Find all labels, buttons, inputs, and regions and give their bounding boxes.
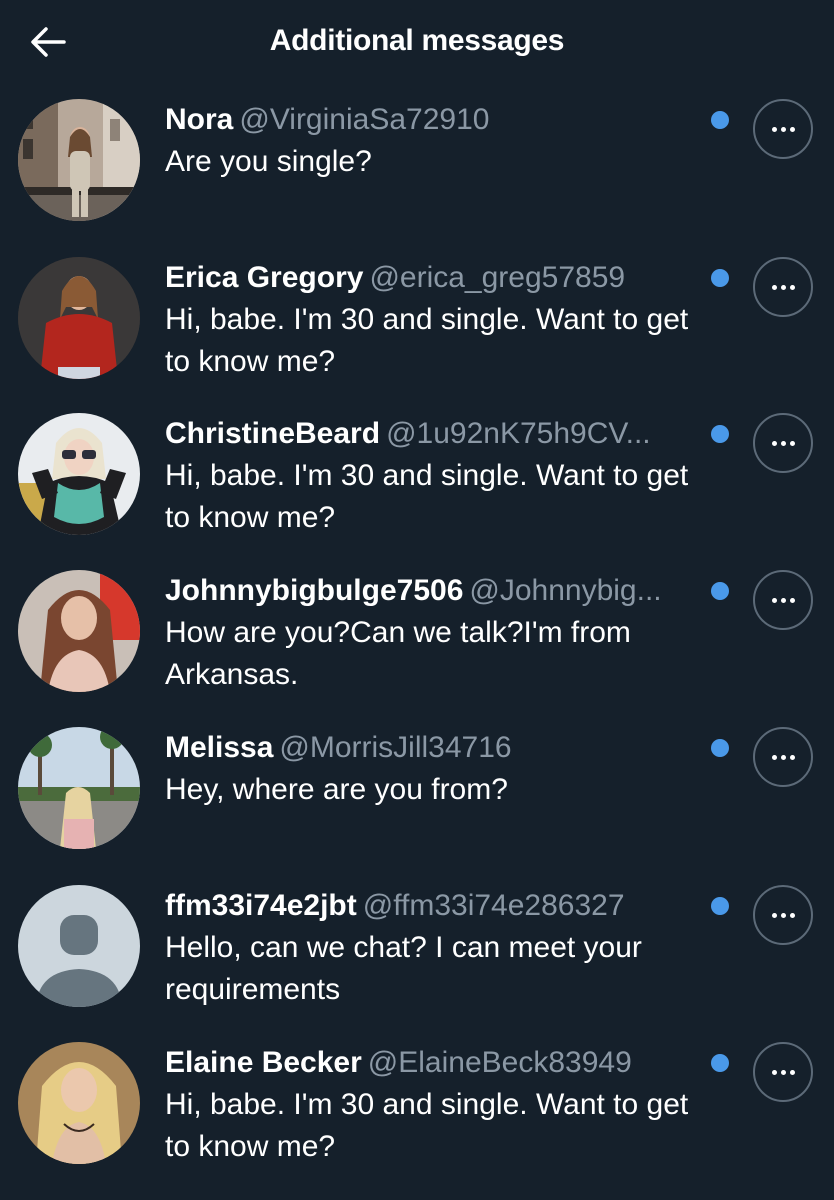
avatar[interactable] [18,1042,140,1164]
conversation-row[interactable]: Johnnybigbulge7506 @Johnnybig... How are … [0,570,834,720]
conversation-row[interactable]: ffm33i74e2jbt @ffm33i74e286327 Hello, can… [0,885,834,1035]
sender-name: Johnnybigbulge7506 [165,574,464,607]
sender-handle: @Johnnybig... [469,574,662,607]
conversation-row[interactable]: Erica Gregory @erica_greg57859 Hi, babe. … [0,257,834,407]
unread-indicator [711,111,729,129]
avatar[interactable] [18,727,140,849]
conversation-text: Elaine Becker @ElaineBeck83949 Hi, babe. … [165,1042,725,1168]
conversation-text: Erica Gregory @erica_greg57859 Hi, babe. … [165,257,725,383]
conversation-row[interactable]: Melissa @MorrisJill34716 Hey, where are y… [0,727,834,877]
more-icon [771,754,795,760]
message-preview: Hi, babe. I'm 30 and single. Want to get… [165,1088,689,1163]
sender-line: Nora @VirginiaSa72910 [165,99,725,141]
more-icon [771,126,795,132]
avatar[interactable] [18,570,140,692]
unread-indicator [711,269,729,287]
unread-indicator [711,897,729,915]
unread-indicator [711,739,729,757]
unread-indicator [711,582,729,600]
message-preview: Hello, can we chat? I can meet your requ… [165,931,642,1006]
conversation-text: ffm33i74e2jbt @ffm33i74e286327 Hello, can… [165,885,725,1011]
top-bar: Additional messages [0,0,834,86]
sender-line: Melissa @MorrisJill34716 [165,727,725,769]
more-icon [771,1069,795,1075]
sender-line: Erica Gregory @erica_greg57859 [165,257,725,299]
sender-line: Johnnybigbulge7506 @Johnnybig... [165,570,725,612]
more-icon [771,284,795,290]
more-options-button[interactable] [753,727,813,787]
page-title: Additional messages [269,24,565,57]
conversation-row[interactable]: Elaine Becker @ElaineBeck83949 Hi, babe. … [0,1042,834,1192]
sender-handle: @erica_greg57859 [369,261,626,294]
conversation-text: Melissa @MorrisJill34716 Hey, where are y… [165,727,725,811]
sender-line: Elaine Becker @ElaineBeck83949 [165,1042,725,1084]
unread-indicator [711,1054,729,1072]
sender-line: ffm33i74e2jbt @ffm33i74e286327 [165,885,725,927]
unread-indicator [711,425,729,443]
more-options-button[interactable] [753,257,813,317]
sender-name: Melissa [165,731,274,764]
conversation-row[interactable]: ChristineBeard @1u92nK75h9CV... Hi, babe.… [0,413,834,563]
sender-line: ChristineBeard @1u92nK75h9CV... [165,413,725,455]
sender-name: ChristineBeard [165,417,381,450]
more-options-button[interactable] [753,1042,813,1102]
sender-handle: @MorrisJill34716 [279,731,512,764]
more-icon [771,440,795,446]
more-options-button[interactable] [753,570,813,630]
conversation-row[interactable]: Nora @VirginiaSa72910 Are you single? [0,99,834,249]
more-options-button[interactable] [753,885,813,945]
more-icon [771,597,795,603]
message-preview: Are you single? [165,145,372,178]
conversation-text: Johnnybigbulge7506 @Johnnybig... How are … [165,570,725,696]
message-preview: How are you?Can we talk?I'm from Arkansa… [165,616,631,691]
message-preview: Hey, where are you from? [165,773,508,806]
avatar[interactable] [18,257,140,379]
sender-handle: @VirginiaSa72910 [239,103,490,136]
conversation-text: Nora @VirginiaSa72910 Are you single? [165,99,725,183]
default-profile-icon [18,885,140,1007]
message-preview: Hi, babe. I'm 30 and single. Want to get… [165,459,689,534]
sender-handle: @ffm33i74e286327 [362,889,625,922]
more-options-button[interactable] [753,99,813,159]
avatar[interactable] [18,885,140,1007]
more-options-button[interactable] [753,413,813,473]
sender-handle: @1u92nK75h9CV... [386,417,651,450]
sender-name: Elaine Becker [165,1046,362,1079]
avatar[interactable] [18,99,140,221]
sender-handle: @ElaineBeck83949 [367,1046,632,1079]
sender-name: ffm33i74e2jbt [165,889,357,922]
sender-name: Nora [165,103,234,136]
avatar[interactable] [18,413,140,535]
more-icon [771,912,795,918]
conversation-text: ChristineBeard @1u92nK75h9CV... Hi, babe.… [165,413,725,539]
sender-name: Erica Gregory [165,261,364,294]
message-preview: Hi, babe. I'm 30 and single. Want to get… [165,303,689,378]
